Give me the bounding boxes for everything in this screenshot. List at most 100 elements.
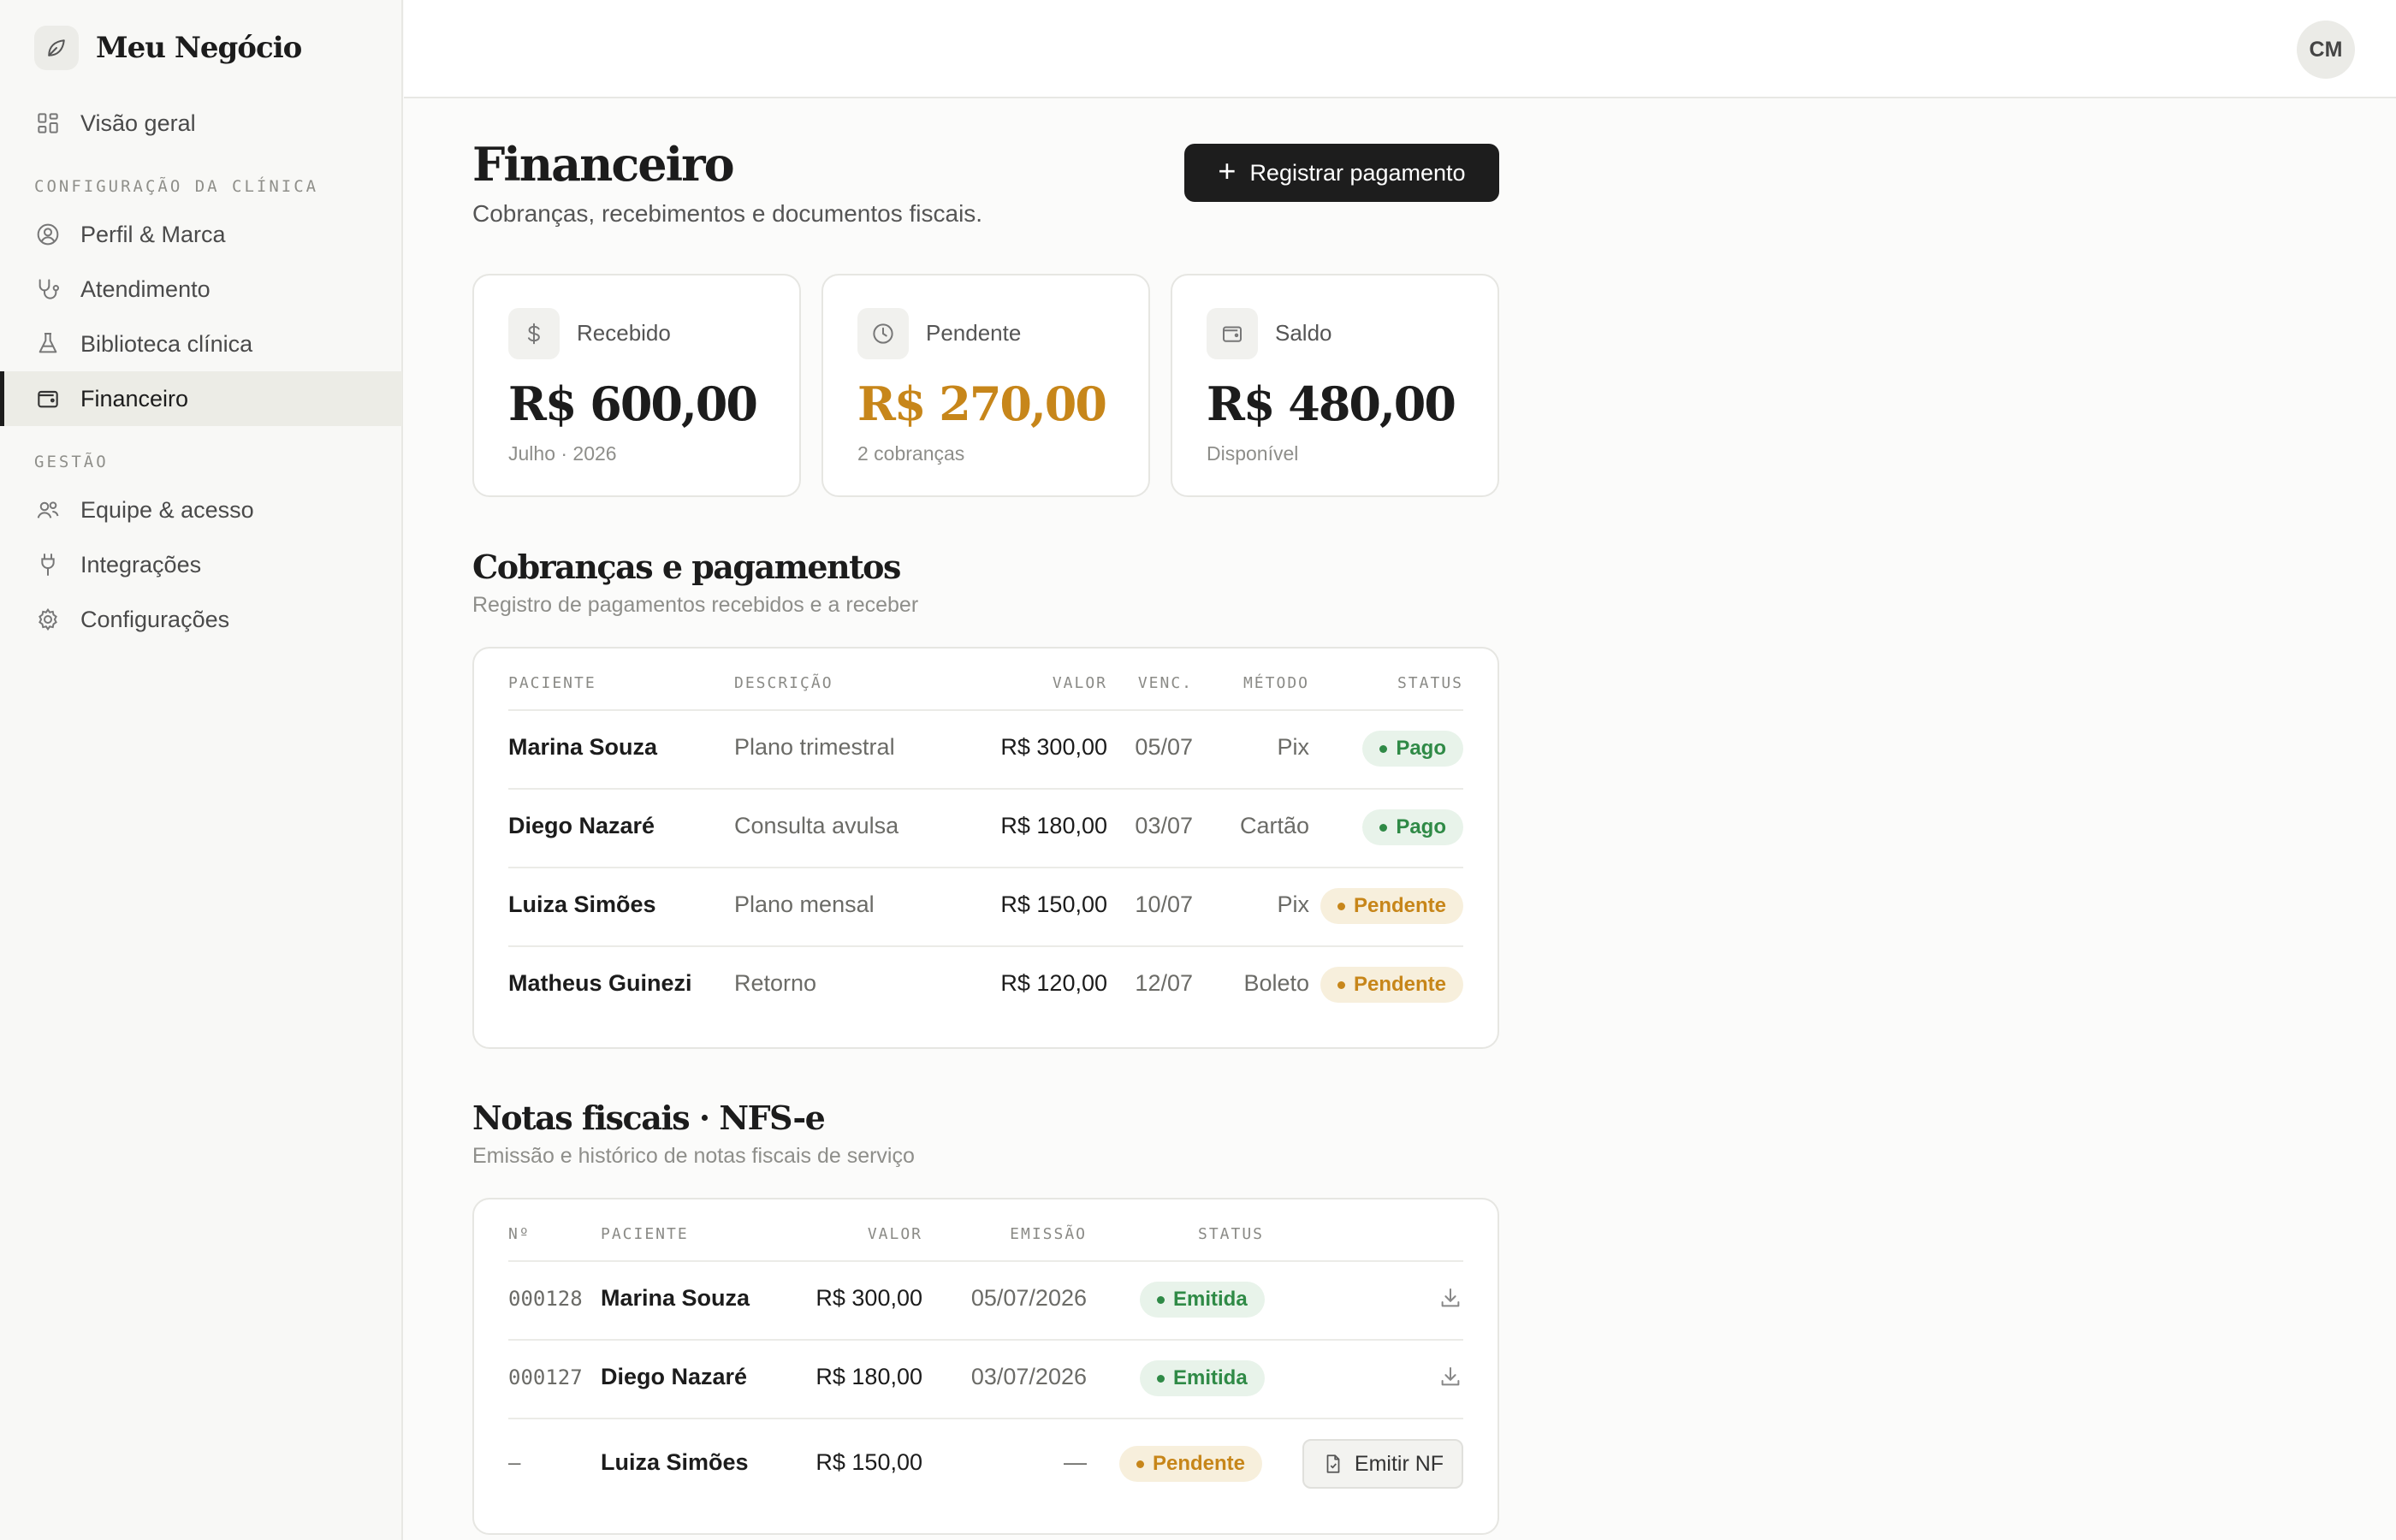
- sidebar-item-team[interactable]: Equipe & acesso: [0, 483, 402, 537]
- sidebar-item-label: Financeiro: [80, 385, 189, 412]
- patient-name: Marina Souza: [508, 734, 658, 760]
- due-date: 12/07: [1135, 970, 1193, 996]
- column-header: EMISSÃO: [1010, 1225, 1087, 1243]
- sidebar-item-service[interactable]: Atendimento: [0, 262, 402, 317]
- stat-label: Pendente: [926, 320, 1022, 346]
- status-badge: Emitida: [1140, 1282, 1265, 1318]
- plug-icon: [41, 554, 55, 576]
- divider: [508, 1418, 1463, 1419]
- user-circle-icon: [37, 223, 59, 246]
- column-header: STATUS: [1397, 674, 1463, 692]
- download-icon[interactable]: [1438, 1364, 1463, 1389]
- divider: [508, 1339, 1463, 1341]
- sidebar-item-finance[interactable]: Financeiro: [0, 371, 402, 426]
- stat-label: Recebido: [577, 320, 671, 346]
- column-header: PACIENTE: [508, 674, 596, 692]
- top-bar: CM: [404, 0, 2396, 98]
- section-title: Notas fiscais · NFS-e: [472, 1099, 826, 1137]
- sidebar-item-label: Equipe & acesso: [80, 496, 254, 523]
- flask-icon: [39, 333, 57, 353]
- stat-caption: 2 cobranças: [857, 442, 965, 465]
- patient-name: Luiza Simões: [601, 1449, 749, 1475]
- payments-table: PACIENTE DESCRIÇÃO VALOR VENC. MÉTODO ST…: [472, 647, 1499, 1049]
- divider: [508, 709, 1463, 711]
- invoice-number: 000128: [508, 1287, 583, 1311]
- sidebar-item-label: Atendimento: [80, 275, 211, 302]
- payment-method: Pix: [1277, 891, 1309, 917]
- gear-icon: [39, 607, 57, 631]
- amount: R$ 120,00: [1000, 970, 1107, 996]
- issue-date: 05/07/2026: [970, 1285, 1087, 1311]
- sidebar-item-library[interactable]: Biblioteca clínica: [0, 317, 402, 371]
- button-label: Registrar pagamento: [1249, 159, 1466, 186]
- stethoscope-icon: [39, 279, 59, 299]
- column-header: VALOR: [1052, 674, 1107, 692]
- column-header: VALOR: [867, 1225, 922, 1243]
- stat-caption: Julho · 2026: [508, 442, 617, 465]
- register-payment-button[interactable]: + Registrar pagamento: [1184, 144, 1499, 202]
- divider: [508, 867, 1463, 868]
- button-label: Emitir NF: [1354, 1451, 1444, 1476]
- payment-method: Cartão: [1239, 813, 1309, 838]
- invoice-number: 000127: [508, 1365, 583, 1389]
- dollar-icon: [508, 308, 560, 359]
- sidebar-section-title: CONFIGURAÇÃO DA CLÍNICA: [34, 177, 319, 196]
- sidebar-item-label: Biblioteca clínica: [80, 330, 253, 357]
- description: Retorno: [734, 970, 817, 996]
- due-date: 05/07: [1135, 734, 1193, 760]
- issue-date: —: [1064, 1449, 1087, 1475]
- column-header: STATUS: [1198, 1225, 1265, 1243]
- amount: R$ 150,00: [815, 1449, 922, 1475]
- wallet-icon: [1207, 308, 1258, 359]
- stat-label: Saldo: [1275, 320, 1332, 346]
- sidebar-item-label: Integrações: [80, 551, 202, 578]
- status-badge: Pendente: [1119, 1446, 1263, 1482]
- patient-name: Marina Souza: [601, 1285, 750, 1311]
- clock-icon: [857, 308, 909, 359]
- stat-value: R$ 600,00: [508, 376, 758, 431]
- users-icon: [37, 501, 59, 518]
- sidebar-section-title: GESTÃO: [34, 453, 109, 471]
- amount: R$ 180,00: [1000, 813, 1107, 838]
- due-date: 03/07: [1135, 813, 1193, 838]
- status-badge: Emitida: [1140, 1360, 1265, 1396]
- page-subtitle: Cobranças, recebimentos e documentos fis…: [472, 200, 983, 227]
- sidebar-item-label: Perfil & Marca: [80, 221, 226, 247]
- sidebar-item-overview[interactable]: Visão geral: [0, 96, 402, 151]
- wallet-icon: [38, 390, 58, 408]
- amount: R$ 150,00: [1000, 891, 1107, 917]
- page-title: Financeiro: [472, 137, 735, 192]
- section-subtitle: Registro de pagamentos recebidos e a rec…: [472, 593, 919, 617]
- avatar[interactable]: CM: [2297, 21, 2355, 79]
- leaf-icon: [34, 26, 79, 70]
- patient-name: Luiza Simões: [508, 891, 656, 917]
- description: Consulta avulsa: [734, 813, 899, 838]
- brand[interactable]: Meu Negócio: [34, 26, 302, 70]
- stat-card-received: Recebido R$ 600,00 Julho · 2026: [472, 274, 801, 497]
- issue-invoice-button[interactable]: Emitir NF: [1302, 1439, 1463, 1489]
- payment-method: Boleto: [1243, 970, 1309, 996]
- patient-name: Diego Nazaré: [508, 813, 655, 838]
- stat-card-balance: Saldo R$ 480,00 Disponível: [1171, 274, 1499, 497]
- divider: [508, 1260, 1463, 1262]
- download-icon[interactable]: [1438, 1285, 1463, 1311]
- invoice-number: —: [508, 1451, 521, 1475]
- description: Plano mensal: [734, 891, 875, 917]
- column-header: Nº: [508, 1225, 531, 1243]
- status-badge: Pendente: [1320, 967, 1463, 1003]
- divider: [508, 945, 1463, 947]
- plus-icon: +: [1218, 153, 1237, 188]
- stat-card-pending: Pendente R$ 270,00 2 cobranças: [821, 274, 1150, 497]
- patient-name: Matheus Guinezi: [508, 970, 692, 996]
- sidebar-item-label: Visão geral: [80, 110, 196, 136]
- stat-value: R$ 480,00: [1207, 376, 1456, 431]
- patient-name: Diego Nazaré: [601, 1364, 748, 1389]
- sidebar-item-settings[interactable]: Configurações: [0, 592, 402, 647]
- sidebar-item-profile[interactable]: Perfil & Marca: [0, 207, 402, 262]
- payment-method: Pix: [1277, 734, 1309, 760]
- amount: R$ 180,00: [815, 1364, 922, 1389]
- sidebar-item-integrations[interactable]: Integrações: [0, 537, 402, 592]
- invoices-table: Nº PACIENTE VALOR EMISSÃO STATUS 000128 …: [472, 1198, 1499, 1535]
- section-title: Cobranças e pagamentos: [472, 548, 901, 586]
- column-header: PACIENTE: [601, 1225, 689, 1243]
